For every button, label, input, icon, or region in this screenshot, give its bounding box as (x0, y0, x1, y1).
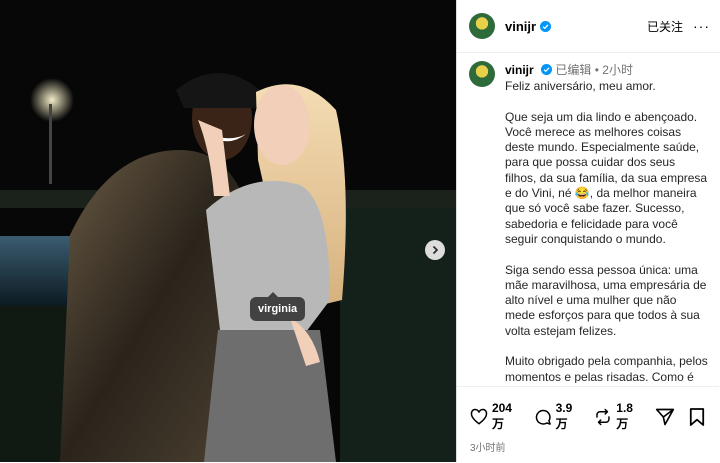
author-username[interactable]: vinijr (505, 19, 536, 34)
chevron-right-icon (432, 245, 439, 255)
post-modal: virginia vinijr 已关注 ··· vinijr 已编辑 • 2小时… (0, 0, 720, 462)
comment-icon (535, 409, 551, 425)
post-header: vinijr 已关注 ··· (457, 0, 720, 53)
like-button[interactable]: 204 万 (470, 401, 524, 432)
caption-header: vinijr 已编辑 • 2小时 (505, 61, 709, 78)
caption-text: Feliz aniversário, meu amor. Que seja um… (505, 79, 708, 383)
repost-count: 1.8 万 (616, 401, 633, 431)
caption-area: vinijr 已编辑 • 2小时 Feliz aniversário, meu … (457, 53, 719, 383)
share-icon (655, 408, 675, 425)
comment-count: 3.9 万 (555, 401, 573, 431)
save-button[interactable] (689, 407, 709, 427)
next-photo-button[interactable] (425, 240, 445, 260)
edited-label: 已编辑 (555, 63, 592, 77)
post-time-short[interactable]: 2小时 (602, 63, 633, 77)
avatar[interactable] (469, 13, 495, 39)
comment-button[interactable]: 3.9 万 (534, 401, 585, 432)
share-button[interactable] (655, 407, 679, 427)
more-options-button[interactable]: ··· (693, 18, 710, 34)
following-button[interactable]: 已关注 (647, 18, 683, 35)
post-time[interactable]: 3小时前 (457, 432, 719, 454)
user-tag[interactable]: virginia (250, 292, 306, 321)
heart-icon (470, 408, 488, 425)
verified-badge-icon (540, 20, 552, 32)
repost-icon (596, 408, 611, 425)
repost-button[interactable]: 1.8 万 (594, 401, 645, 432)
like-count: 204 万 (491, 401, 512, 431)
caption-avatar[interactable] (469, 61, 495, 87)
caption-username[interactable]: vinijr (505, 63, 534, 77)
action-bar: 204 万 3.9 万 1.8 万 3小时前 (457, 386, 719, 463)
verified-badge-icon (541, 64, 553, 75)
photo-scene (0, 0, 456, 462)
post-sidebar: vinijr 已关注 ··· vinijr 已编辑 • 2小时 Feliz an… (456, 0, 720, 462)
bookmark-icon (689, 407, 705, 426)
post-photo[interactable]: virginia (0, 0, 456, 462)
